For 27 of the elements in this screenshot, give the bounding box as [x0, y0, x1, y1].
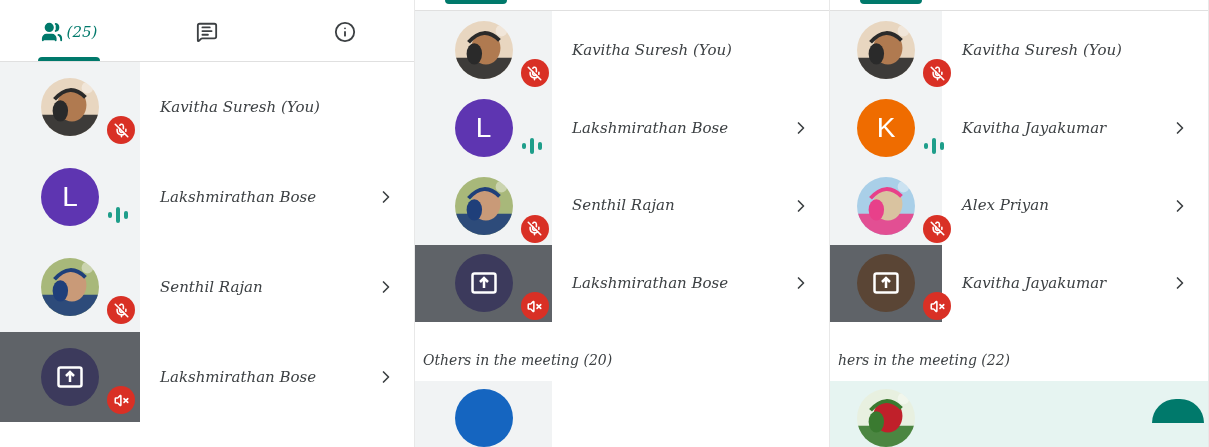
section-header: hers in the meeting (22) [838, 351, 1011, 370]
people-tab-indicator[interactable] [860, 0, 922, 4]
participant-name[interactable]: Lakshmirathan Bose [160, 185, 376, 209]
people-tab-indicator[interactable] [445, 0, 507, 4]
participant-name[interactable]: Kavitha Jayakumar [962, 272, 1170, 295]
participant-name[interactable]: Kavitha Suresh (You) [160, 95, 396, 119]
present-screen-icon [470, 272, 497, 295]
participant-name[interactable]: Lakshmirathan Bose [572, 272, 791, 295]
present-screen-icon [57, 366, 83, 388]
participant-name[interactable]: Kavitha Jayakumar [962, 116, 1170, 140]
participant-name[interactable]: Lakshmirathan Bose [160, 365, 376, 389]
people-icon [40, 20, 63, 43]
section-header: Others in the meeting (20) [423, 351, 613, 370]
letter-avatar: L [454, 98, 513, 157]
people-tab[interactable]: (25) [0, 0, 138, 61]
participant-name[interactable]: Senthil Rajan [160, 275, 376, 299]
participant-name[interactable]: Kavitha Suresh (You) [572, 38, 811, 62]
participant-name[interactable]: Senthil Rajan [572, 194, 791, 217]
letter-avatar: K [857, 98, 915, 157]
participant-name[interactable]: Kavitha Suresh (You) [962, 38, 1190, 62]
action-button[interactable] [1152, 399, 1204, 423]
participant-name[interactable]: Lakshmirathan Bose [572, 116, 791, 140]
info-icon [334, 21, 356, 43]
present-screen-icon [873, 272, 899, 295]
participant-name[interactable]: Alex Priyan [962, 194, 1170, 217]
chat-icon [196, 21, 218, 43]
letter-avatar: L [41, 168, 99, 226]
